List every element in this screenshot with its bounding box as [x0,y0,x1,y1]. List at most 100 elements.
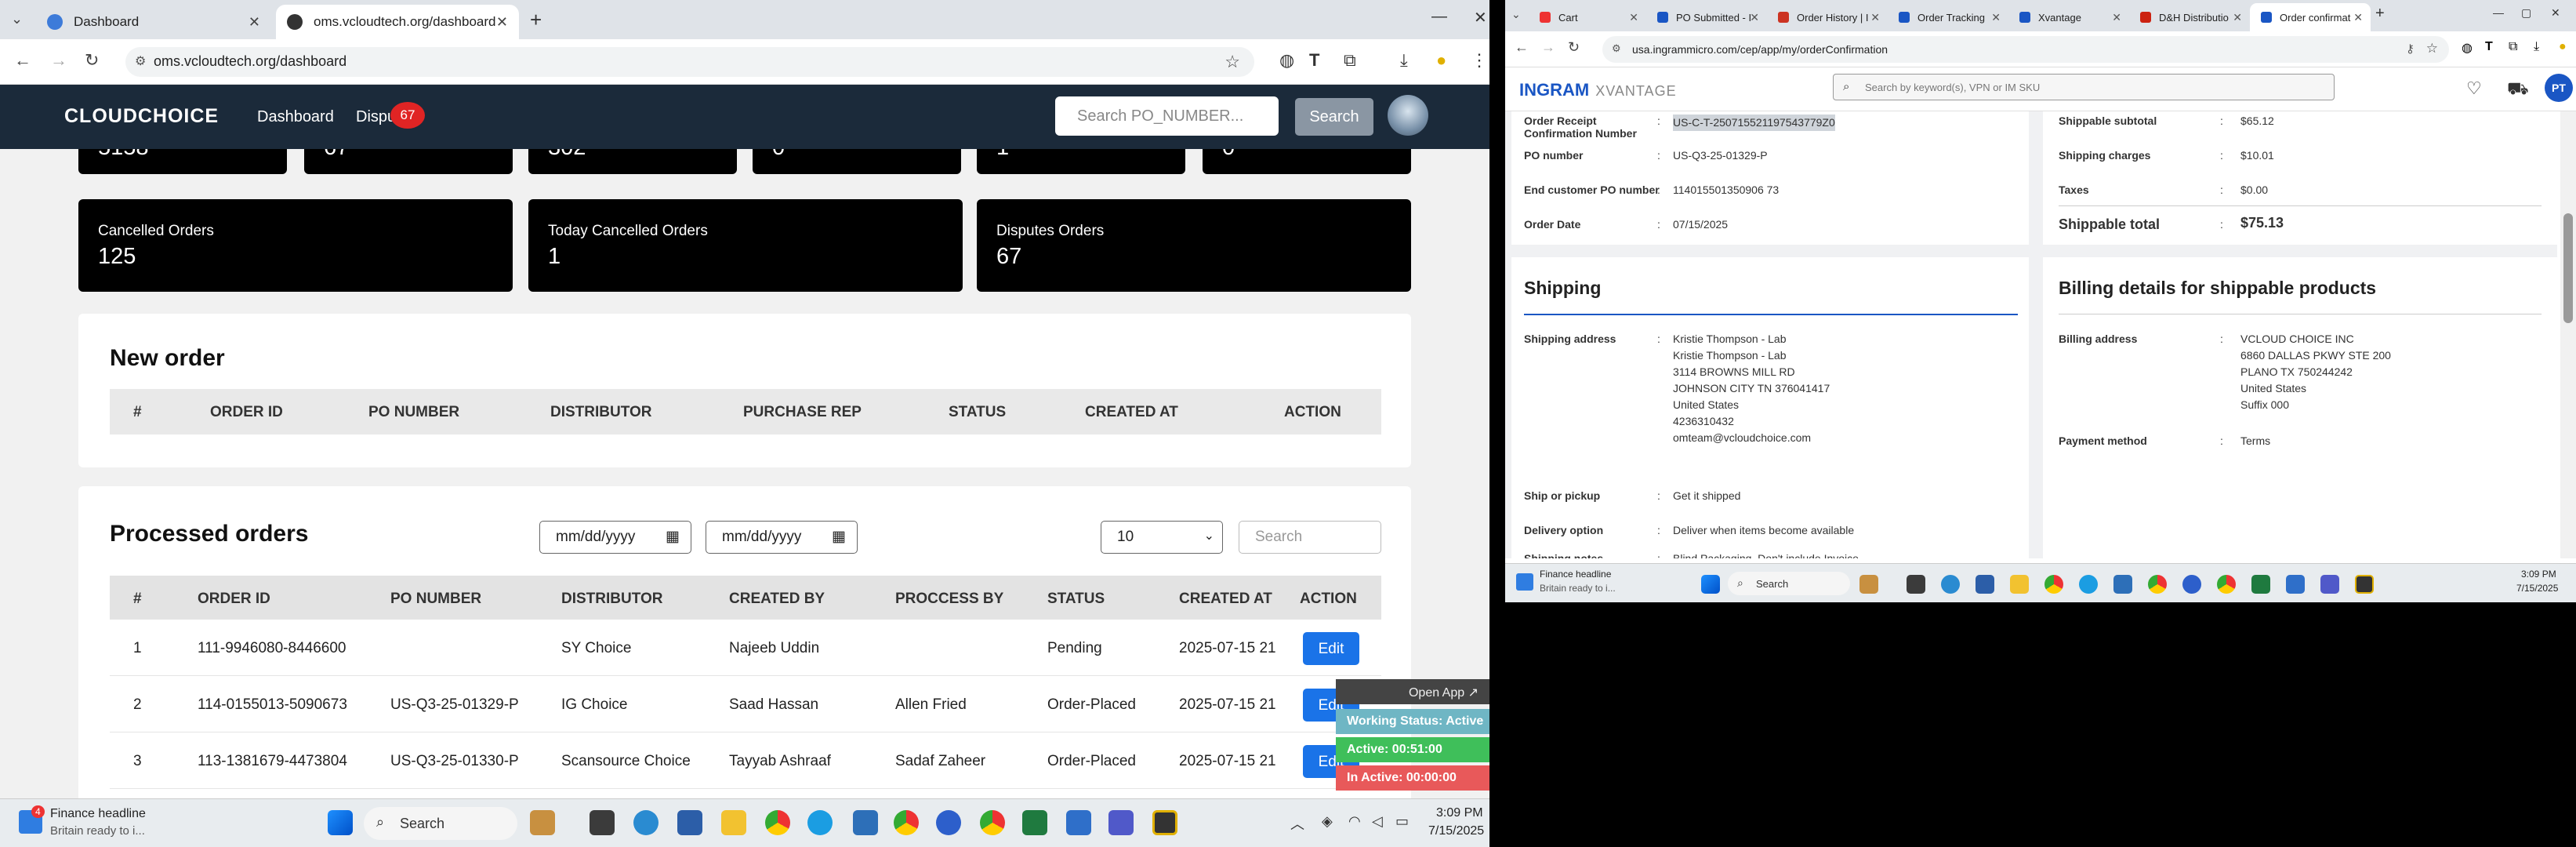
calculator-icon[interactable] [1976,575,1994,594]
app-icon[interactable] [1066,810,1091,835]
start-date-input[interactable]: mm/dd/yyyy ▦ [539,521,691,554]
page-size-select[interactable]: 10 ⌄ [1101,521,1223,554]
tab-dh-distribution[interactable]: D&H Distributio ✕ [2129,3,2250,31]
tab-order-tracking[interactable]: Order Tracking ✕ [1888,3,2008,31]
nav-dashboard[interactable]: Dashboard [257,108,334,126]
download-icon[interactable]: ⤓ [1400,50,1408,71]
tab-po-submitted[interactable]: PO Submitted - I ✕ [1646,3,1767,31]
end-date-input[interactable]: mm/dd/yyyy ▦ [706,521,858,554]
reload-icon[interactable]: ↻ [85,50,99,71]
news-widget-icon[interactable] [1516,573,1533,591]
calendar-icon[interactable]: ▦ [666,528,680,546]
taskbar-search[interactable]: ⌕ Search [1728,572,1850,595]
close-icon[interactable]: ✕ [1629,11,1638,24]
tab-dashboard[interactable]: Dashboard ✕ [36,5,271,39]
password-key-icon[interactable]: ⚷ [2406,42,2415,56]
file-explorer-icon[interactable] [2010,575,2029,594]
chrome-icon[interactable] [980,810,1005,835]
translate-icon[interactable]: T [1309,50,1319,71]
close-icon[interactable]: ✕ [2112,11,2121,24]
forward-icon[interactable]: → [1541,39,1555,56]
edit-button[interactable]: Edit [1303,632,1359,665]
news-title[interactable]: Finance headline [50,807,146,821]
product-search-input[interactable]: ⌕ Search by keyword(s), VPN or IM SKU [1833,74,2335,100]
chevron-up-icon[interactable]: ︿ [1290,813,1304,834]
site-info-icon[interactable]: ⚙ [135,53,146,69]
file-explorer-icon[interactable] [721,810,746,835]
new-tab-icon[interactable]: + [530,8,542,32]
back-icon[interactable]: ← [14,50,31,71]
maximize-icon[interactable]: ▢ [2521,6,2531,20]
close-icon[interactable]: ✕ [249,14,260,31]
menu-icon[interactable]: ⋮ [1471,50,1488,71]
edge-icon[interactable] [807,810,833,835]
search-button[interactable]: Search [1295,98,1373,136]
close-icon[interactable]: ✕ [2233,11,2242,24]
chrome-icon[interactable] [2217,575,2236,594]
extension-icon[interactable]: ◍ [2462,40,2473,56]
translate-icon[interactable]: T [2485,40,2493,54]
close-icon[interactable]: ✕ [1991,11,2001,24]
heart-icon[interactable]: ♡ [2466,78,2482,99]
teams-icon[interactable] [2320,575,2339,594]
app-icon[interactable] [1941,575,1960,594]
clock-time[interactable]: 3:09 PM [1436,806,1483,820]
zoom-icon[interactable] [936,810,961,835]
app-icon[interactable] [2113,575,2132,594]
tab-cart[interactable]: Cart ✕ [1529,3,1646,31]
clock-date[interactable]: 7/15/2025 [1428,824,1484,838]
app-icon[interactable] [633,810,659,835]
disputes-orders-card[interactable]: Disputes Orders 67 [977,199,1411,292]
extensions-puzzle-icon[interactable]: ⧉ [2509,40,2517,54]
url-field[interactable]: ⚙ oms.vcloudtech.org/dashboard ☆ [125,47,1254,77]
chrome-icon[interactable] [765,810,790,835]
tab-dashboard-active[interactable]: oms.vcloudtech.org/dashboard ✕ [276,5,519,39]
app-icon[interactable] [2286,575,2305,594]
profile-icon[interactable]: ● [1436,50,1446,71]
scrollbar-thumb[interactable] [2563,213,2573,323]
clock-date[interactable]: 7/15/2025 [2516,583,2558,594]
forward-icon[interactable]: → [50,50,67,71]
tab-order-confirmation[interactable]: Order confirmat ✕ [2250,3,2371,31]
app-icon[interactable] [2355,575,2374,594]
tab-order-history[interactable]: Order History | I ✕ [1767,3,1888,31]
avatar[interactable] [1388,95,1428,136]
app-icon[interactable] [1859,575,1878,594]
taskbar-search[interactable]: ⌕ Search [364,807,517,840]
extensions-puzzle-icon[interactable]: ⧉ [1344,50,1356,71]
tab-search-icon[interactable]: ⌄ [1511,8,1521,21]
url-field[interactable]: ⚙ usa.ingrammicro.com/cep/app/my/orderCo… [1602,36,2449,63]
network-icon[interactable]: ◈ [1322,813,1333,830]
minimize-icon[interactable]: — [1431,8,1447,26]
chrome-icon[interactable] [2148,575,2167,594]
table-search-input[interactable]: Search [1239,521,1381,554]
back-icon[interactable]: ← [1515,39,1529,56]
window-close-icon[interactable]: ✕ [1474,8,1487,27]
chrome-icon[interactable] [2044,575,2063,594]
close-icon[interactable]: ✕ [1870,11,1880,24]
windows-start-icon[interactable] [1701,575,1720,594]
calendar-icon[interactable]: ▦ [832,528,846,546]
zoom-icon[interactable] [2182,575,2201,594]
confirmation-number[interactable]: US-C-T-250715521197543779Z0 [1673,115,1835,131]
news-title[interactable]: Finance headline [1540,569,1611,580]
ingram-logo[interactable]: INGRAM XVANTAGE [1519,80,1677,100]
po-search-input[interactable]: Search PO_NUMBER... [1055,96,1279,136]
teams-icon[interactable] [1108,810,1134,835]
app-icon[interactable] [853,810,878,835]
bookmark-star-icon[interactable]: ☆ [1225,52,1240,72]
edge-icon[interactable] [2079,575,2098,594]
open-app-button[interactable]: Open App ↗ [1336,679,1489,704]
today-cancelled-card[interactable]: Today Cancelled Orders 1 [528,199,963,292]
bookmark-star-icon[interactable]: ☆ [2426,41,2438,56]
close-icon[interactable]: ✕ [496,14,508,31]
profile-icon[interactable]: ● [2559,40,2567,54]
new-tab-icon[interactable]: + [2375,5,2385,23]
battery-icon[interactable]: ▭ [1395,813,1409,830]
reload-icon[interactable]: ↻ [1568,39,1580,56]
user-avatar[interactable]: PT [2545,74,2573,102]
close-icon[interactable]: ✕ [2353,11,2363,24]
volume-icon[interactable]: ◁ [1372,813,1383,830]
app-icon[interactable] [590,810,615,835]
site-info-icon[interactable]: ⚙ [1612,42,1621,55]
